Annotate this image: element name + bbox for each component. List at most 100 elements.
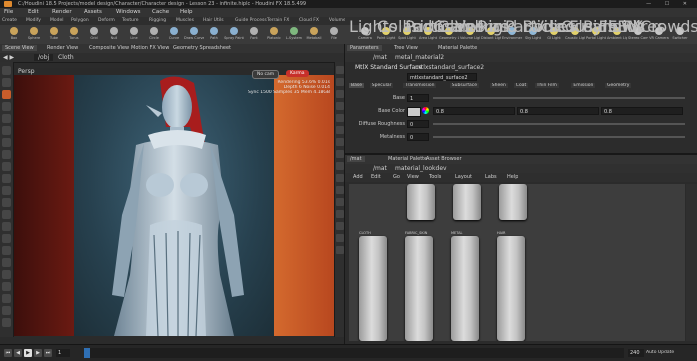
viewport-tool-icon[interactable]	[2, 90, 11, 99]
timeline-track[interactable]	[84, 348, 624, 358]
display-option-icon[interactable]	[336, 162, 344, 170]
shelf-tab[interactable]: Modify	[26, 18, 41, 23]
net-menu-item[interactable]: Tools	[429, 174, 441, 180]
playhead[interactable]	[84, 348, 90, 358]
net-node[interactable]: material_lookdev	[395, 165, 447, 172]
shelf-tool-button[interactable]: Line	[124, 26, 144, 43]
render-badge[interactable]: Karma	[286, 70, 309, 77]
shelf-tool-button[interactable]: Grid	[84, 26, 104, 43]
viewport-tool-icon[interactable]	[2, 114, 11, 123]
shelf-tab[interactable]: Terrain FX	[267, 18, 289, 23]
viewport-tool-icon[interactable]	[2, 282, 11, 291]
shelf-tab[interactable]: Deform	[98, 18, 115, 23]
shelf-tab[interactable]: Rigging	[149, 18, 166, 23]
end-frame-field[interactable]: 240	[628, 349, 644, 357]
viewport-tool-icon[interactable]	[2, 66, 11, 75]
parm-field[interactable]: 0.8	[601, 107, 683, 115]
shelf-tool-button[interactable]: Path	[204, 26, 224, 43]
parm-field[interactable]: 0	[407, 133, 429, 141]
pane-divider[interactable]	[344, 44, 345, 344]
parm-field[interactable]: 0.8	[517, 107, 599, 115]
node-thumbnail[interactable]	[359, 236, 387, 341]
shelf-tool-button[interactable]: Circle	[144, 26, 164, 43]
pane-tab[interactable]: Material Palette	[435, 45, 480, 51]
shelf-tab[interactable]: Guide Process	[235, 18, 267, 23]
parm-subtab[interactable]: Coat	[513, 83, 529, 88]
shelf-tool-button[interactable]: Torus	[64, 26, 84, 43]
shelf-tab[interactable]: Crowds	[640, 17, 697, 36]
menu-item[interactable]: Edit	[28, 9, 39, 15]
node-thumbnail[interactable]	[407, 184, 435, 220]
shelf-tool-button[interactable]: Sphere	[24, 26, 44, 43]
pane-tab[interactable]: Geometry Spreadsheet	[170, 45, 234, 51]
shelf-tool-button[interactable]: Platonic	[264, 26, 284, 43]
viewport-tool-icon[interactable]	[2, 246, 11, 255]
parm-slider[interactable]	[433, 136, 685, 138]
parm-subtab[interactable]: Specular	[369, 83, 394, 88]
viewport-tool-icon[interactable]	[2, 150, 11, 159]
shelf-tool-button[interactable]: Box	[4, 26, 24, 43]
shelf-tab[interactable]: Model	[50, 18, 64, 23]
shelf-tab[interactable]: Muscles	[176, 18, 194, 23]
viewport-tool-icon[interactable]	[2, 174, 11, 183]
net-menu-item[interactable]: Add	[353, 174, 363, 180]
viewport-tool-icon[interactable]	[2, 78, 11, 87]
menu-item[interactable]: Cache	[152, 9, 169, 15]
viewport-tool-icon[interactable]	[2, 138, 11, 147]
menu-item[interactable]: Assets	[84, 9, 102, 15]
network-editor[interactable]: CLOTH FABRIC_SKIN METAL HAIR	[349, 184, 685, 341]
shelf-tab[interactable]: Volume	[329, 18, 346, 23]
color-swatch[interactable]	[407, 107, 421, 117]
go-start-icon[interactable]: ⏮	[4, 349, 12, 357]
display-option-icon[interactable]	[336, 90, 344, 98]
shelf-tab[interactable]: Create	[2, 18, 17, 23]
net-menu-item[interactable]: Go	[393, 174, 400, 180]
parm-subtab[interactable]: Transmission	[403, 83, 437, 88]
window-controls[interactable]: — ☐ ✕	[646, 1, 693, 7]
parm-node[interactable]: metal_material2	[395, 54, 444, 61]
parm-field[interactable]: 0.8	[433, 107, 515, 115]
viewport-tool-icon[interactable]	[2, 294, 11, 303]
viewport-tool-icon[interactable]	[2, 102, 11, 111]
parm-slider[interactable]	[433, 123, 685, 125]
viewport-tool-icon[interactable]	[2, 306, 11, 315]
node-thumbnail[interactable]	[405, 236, 433, 341]
viewport-tool-icon[interactable]	[2, 210, 11, 219]
parm-field[interactable]: 1	[407, 94, 429, 102]
back-arrow-icon[interactable]: ◀ ▶	[3, 54, 14, 61]
net-menu-item[interactable]: Layout	[455, 174, 472, 180]
viewport-tool-icon[interactable]	[2, 258, 11, 267]
parm-subtab[interactable]: Sheen	[489, 83, 508, 88]
display-option-icon[interactable]	[336, 174, 344, 182]
shelf-tool-button[interactable]: Draw Curve	[184, 26, 204, 43]
menu-item[interactable]: File	[4, 9, 13, 15]
parm-subtab[interactable]: Geometry	[605, 83, 632, 88]
shelf-tab[interactable]: Hair Utils	[203, 18, 224, 23]
pane-tab[interactable]: Asset Browser	[423, 156, 465, 162]
shelf-tool-button[interactable]: Tube	[44, 26, 64, 43]
left-pane-node[interactable]: Cloth	[58, 54, 74, 61]
pane-tab[interactable]: Composite View	[86, 45, 132, 51]
node-thumbnail[interactable]	[499, 184, 527, 220]
net-menu-item[interactable]: Edit	[371, 174, 381, 180]
go-end-icon[interactable]: ⏭	[44, 349, 52, 357]
shelf-tab[interactable]: Texture	[122, 18, 138, 23]
net-path[interactable]: /mat	[373, 165, 387, 172]
display-option-icon[interactable]	[336, 186, 344, 194]
display-option-icon[interactable]	[336, 222, 344, 230]
pane-tab[interactable]: /mat	[347, 156, 365, 162]
viewport-tool-icon[interactable]	[2, 234, 11, 243]
viewport-tool-icon[interactable]	[2, 126, 11, 135]
pane-divider[interactable]	[345, 153, 697, 155]
menu-item[interactable]: Help	[180, 9, 193, 15]
net-menu-item[interactable]: Labs	[485, 174, 497, 180]
shelf-tool-button[interactable]: Spray Paint	[224, 26, 244, 43]
net-menu-item[interactable]: View	[407, 174, 419, 180]
shelf-tab[interactable]: Cloud FX	[299, 18, 319, 23]
display-option-icon[interactable]	[336, 234, 344, 242]
shelf-tool-button[interactable]: Font	[244, 26, 264, 43]
pane-tab[interactable]: Tree View	[391, 45, 421, 51]
viewport-tool-icon[interactable]	[2, 186, 11, 195]
play-icon[interactable]: ▶	[24, 349, 32, 357]
auto-update-status[interactable]: Auto Update	[646, 350, 674, 355]
